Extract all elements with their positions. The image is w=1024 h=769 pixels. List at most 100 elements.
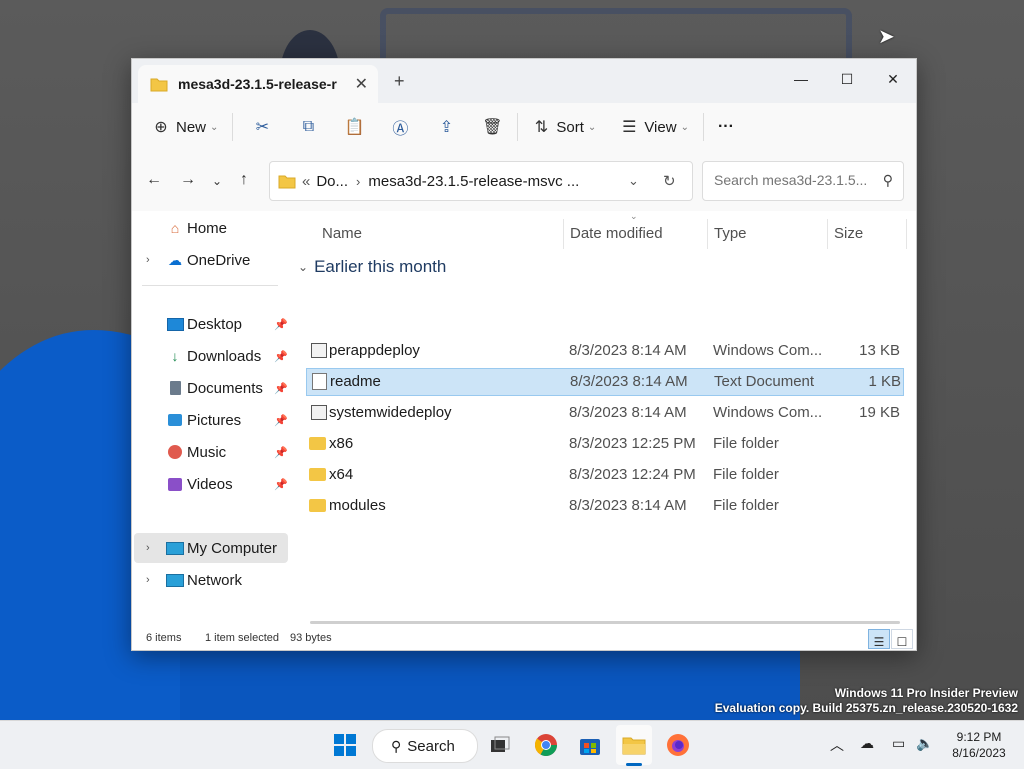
details-view-button[interactable]: ☰ [868, 629, 890, 649]
paste-icon: 📋 [344, 119, 365, 136]
desktop-icon [166, 315, 184, 333]
taskbar-search[interactable]: ⚲ Search [372, 729, 478, 763]
rename-button[interactable]: Ⓐ [389, 111, 411, 143]
recent-locations-chevron-icon[interactable]: ⌄ [212, 174, 222, 188]
up-arrow-icon[interactable]: ↑ [240, 171, 248, 189]
sidebar-item-downloads[interactable]: ↓ Downloads 📌 [134, 341, 288, 371]
cut-button[interactable]: ✂ [251, 111, 273, 143]
firefox-button[interactable] [662, 729, 694, 761]
copy-button[interactable]: ⧉ [297, 111, 319, 143]
close-button[interactable]: ✕ [870, 65, 916, 93]
file-name: modules [329, 497, 386, 514]
horizontal-scrollbar[interactable] [310, 621, 900, 624]
search-icon[interactable]: ⚲ [883, 172, 893, 189]
folder-icon [309, 437, 326, 450]
breadcrumb-separator-icon[interactable]: › [356, 174, 360, 189]
more-options-button[interactable]: ··· [718, 111, 734, 143]
maximize-button[interactable]: ☐ [824, 65, 870, 93]
refresh-icon[interactable]: ↻ [663, 172, 676, 190]
breadcrumb-current[interactable]: mesa3d-23.1.5-release-msvc ... [368, 173, 579, 190]
sidebar-item-desktop[interactable]: Desktop 📌 [134, 309, 288, 339]
search-box[interactable]: ⚲ [702, 161, 904, 201]
column-header-type[interactable]: Type [714, 225, 747, 242]
cloud-sync-off-icon[interactable]: ☁ [860, 735, 874, 752]
tiles-view-button[interactable]: ☐ [891, 629, 913, 649]
breadcrumb-overflow[interactable]: « [302, 173, 310, 190]
copy-icon: ⧉ [302, 118, 315, 135]
column-separator[interactable] [906, 219, 907, 249]
new-button[interactable]: ⊕ New ⌄ [150, 111, 218, 143]
address-dropdown-icon[interactable]: ⌄ [628, 173, 639, 189]
tab-title: mesa3d-23.1.5-release-r [178, 76, 337, 92]
title-bar[interactable]: mesa3d-23.1.5-release-r ✕ + — ☐ ✕ [132, 59, 916, 103]
expand-chevron-icon[interactable]: › [146, 542, 150, 554]
minimize-button[interactable]: — [778, 65, 824, 93]
table-row[interactable]: modules 8/3/2023 8:14 AM File folder [306, 493, 902, 519]
back-arrow-icon[interactable]: ← [146, 171, 162, 189]
network-icon [166, 571, 184, 589]
forward-arrow-icon[interactable]: → [180, 171, 196, 189]
store-button[interactable] [574, 729, 606, 761]
file-name: x86 [329, 435, 354, 452]
task-view-icon [491, 736, 510, 752]
navigation-row: ← → ⌄ ↑ « Do... › mesa3d-23.1.5-release-… [132, 151, 916, 211]
sidebar-item-music[interactable]: Music 📌 [134, 437, 288, 467]
task-view-button[interactable] [484, 729, 516, 761]
column-separator[interactable] [707, 219, 708, 249]
sidebar-item-label: My Computer [187, 539, 278, 557]
trash-icon: 🗑 [482, 119, 503, 136]
sidebar-item-my-computer[interactable]: › My Computer [134, 533, 288, 563]
new-tab-button[interactable]: + [394, 71, 405, 92]
sort-button[interactable]: ⇅ Sort ⌄ [530, 111, 597, 143]
table-row[interactable]: x64 8/3/2023 12:24 PM File folder [306, 462, 902, 488]
share-button[interactable]: ⇪ [435, 111, 457, 143]
chevron-down-icon: ⌄ [680, 121, 689, 133]
sidebar-item-label: Videos [187, 475, 233, 493]
clock-time: 9:12 PM [956, 730, 1002, 744]
column-header-date-modified[interactable]: Date modified [570, 225, 663, 242]
paste-button[interactable]: 📋 [343, 111, 365, 143]
start-button[interactable] [329, 729, 361, 761]
network-status-icon[interactable]: ▭ [892, 735, 905, 752]
sidebar-item-documents[interactable]: Documents 📌 [134, 373, 288, 403]
column-header-size[interactable]: Size [834, 225, 863, 242]
sidebar-item-home[interactable]: ⌂ Home [134, 213, 288, 243]
group-header[interactable]: ⌄ Earlier this month [298, 257, 446, 277]
table-row[interactable]: x86 8/3/2023 12:25 PM File folder [306, 431, 902, 457]
sidebar-item-label: Documents [187, 379, 263, 397]
column-header-name[interactable]: Name [322, 225, 362, 242]
sidebar-item-videos[interactable]: Videos 📌 [134, 469, 288, 499]
system-clock[interactable]: 9:12 PM 8/16/2023 [944, 729, 1014, 761]
folder-icon [278, 175, 296, 188]
sidebar-item-label: Music [187, 443, 227, 461]
file-size: 1 KB [868, 373, 901, 390]
text-document-icon [312, 373, 327, 390]
volume-icon[interactable]: 🔈 [916, 735, 933, 752]
chrome-button[interactable] [530, 729, 562, 761]
breadcrumb-parent[interactable]: Do... [316, 173, 348, 190]
explorer-tab[interactable]: mesa3d-23.1.5-release-r ✕ [138, 65, 378, 103]
sidebar-item-onedrive[interactable]: › ☁ OneDrive [134, 245, 288, 275]
address-bar[interactable]: « Do... › mesa3d-23.1.5-release-msvc ...… [269, 161, 693, 201]
view-button[interactable]: ☰ View ⌄ [618, 111, 689, 143]
command-script-icon [311, 343, 327, 358]
column-separator[interactable] [827, 219, 828, 249]
sidebar-item-network[interactable]: › Network [134, 565, 288, 595]
pin-icon: 📌 [274, 382, 288, 395]
expand-chevron-icon[interactable]: › [146, 574, 150, 586]
table-row[interactable]: perappdeploy 8/3/2023 8:14 AM Windows Co… [306, 338, 902, 364]
collapse-chevron-icon[interactable]: ⌄ [298, 260, 308, 274]
close-tab-icon[interactable]: ✕ [355, 74, 368, 94]
delete-button[interactable]: 🗑 [481, 111, 503, 143]
table-row[interactable]: systemwidedeploy 8/3/2023 8:14 AM Window… [306, 400, 902, 426]
column-separator[interactable] [563, 219, 564, 249]
show-hidden-icons-chevron-icon[interactable]: ︿ [830, 735, 844, 755]
file-explorer-button[interactable] [618, 729, 650, 761]
divider [517, 113, 519, 141]
windows-logo-icon [334, 734, 356, 756]
expand-chevron-icon[interactable]: › [146, 254, 150, 266]
sidebar-item-pictures[interactable]: Pictures 📌 [134, 405, 288, 435]
search-input[interactable] [712, 171, 876, 189]
sidebar-divider [142, 285, 278, 286]
table-row[interactable]: readme 8/3/2023 8:14 AM Text Document 1 … [306, 368, 904, 396]
